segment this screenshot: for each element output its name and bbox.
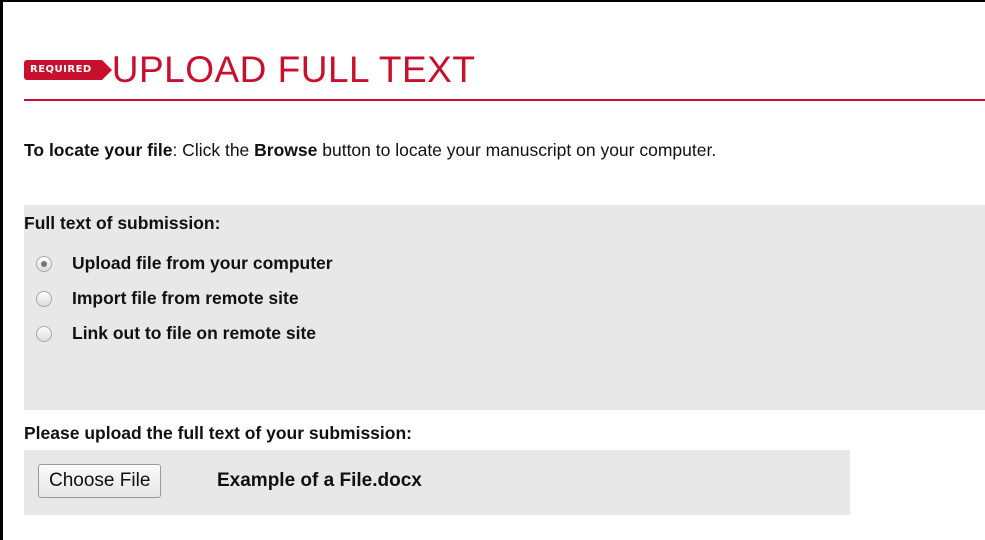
radio-label-import: Import file from remote site [72, 288, 299, 308]
instructions-text: To locate your file: Click the Browse bu… [24, 140, 716, 161]
full-text-label: Full text of submission: [24, 213, 221, 233]
required-badge: REQUIRED [24, 60, 112, 80]
instructions-part-1: : Click the [172, 140, 255, 160]
selected-file-name: Example of a File.docx [217, 470, 422, 491]
radio-option-import[interactable]: Import file from remote site [36, 288, 299, 309]
radio-button-link[interactable] [36, 325, 52, 342]
section-header: REQUIRED UPLOAD FULL TEXT [24, 40, 475, 100]
radio-button-import[interactable] [36, 290, 52, 307]
radio-button-upload[interactable] [36, 255, 52, 272]
instructions-lead: To locate your file [24, 140, 173, 160]
page-title: UPLOAD FULL TEXT [111, 49, 476, 90]
instructions-browse: Browse [254, 140, 318, 160]
radio-label-link: Link out to file on remote site [72, 323, 317, 343]
radio-label-upload: Upload file from your computer [72, 253, 333, 273]
instructions-part-2: button to locate your manuscript on your… [317, 140, 717, 160]
upload-label: Please upload the full text of your subm… [24, 423, 412, 443]
choose-file-button[interactable]: Choose File [38, 464, 162, 498]
radio-option-link[interactable]: Link out to file on remote site [36, 323, 316, 344]
full-text-options-panel: Full text of submission: Upload file fro… [24, 205, 985, 410]
title-divider [24, 99, 985, 101]
file-upload-panel: Choose File Example of a File.docx [24, 450, 850, 515]
radio-option-upload[interactable]: Upload file from your computer [36, 253, 333, 274]
